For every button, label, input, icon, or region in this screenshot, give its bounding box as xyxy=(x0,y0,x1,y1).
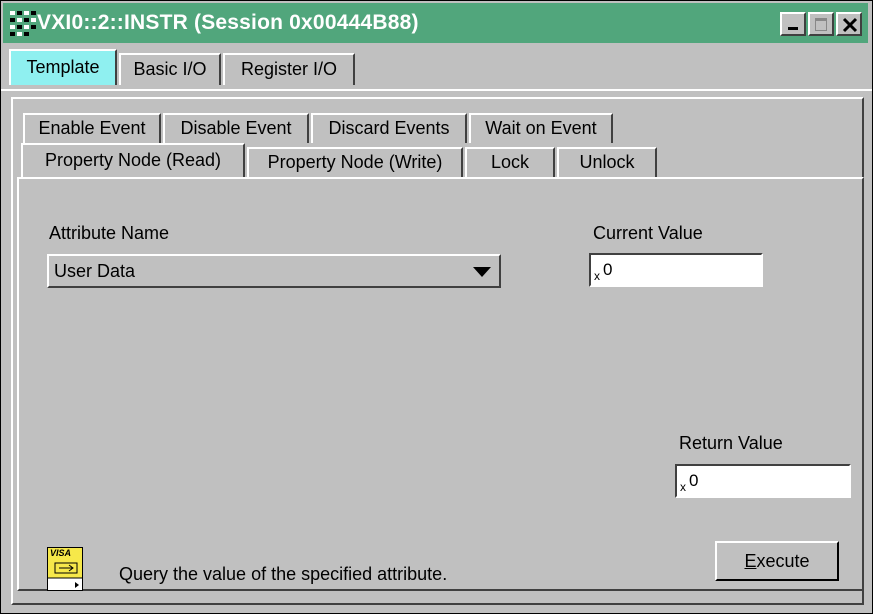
window-title: VXI0::2::INSTR (Session 0x00444B88) xyxy=(37,11,419,34)
current-value-field[interactable]: x 0 xyxy=(589,253,763,287)
maximize-button[interactable] xyxy=(808,12,834,36)
current-value: 0 xyxy=(603,260,613,279)
title-bar[interactable]: VXI0::2::INSTR (Session 0x00444B88) xyxy=(3,3,868,43)
tab-property-node-write[interactable]: Property Node (Write) xyxy=(247,147,463,177)
dropdown-arrow-icon[interactable] xyxy=(473,267,491,277)
top-tab-bar: Template Basic I/O Register I/O xyxy=(1,47,872,91)
execute-mnemonic: E xyxy=(744,551,757,571)
app-icon xyxy=(10,11,36,36)
return-value: 0 xyxy=(689,471,699,490)
tab-disable-event[interactable]: Disable Event xyxy=(163,113,309,143)
return-value-field[interactable]: x 0 xyxy=(675,464,851,498)
tab-property-node-read[interactable]: Property Node (Read) xyxy=(21,143,245,177)
radix-marker: x xyxy=(680,480,686,494)
tab-template[interactable]: Template xyxy=(9,49,117,85)
return-value-label: Return Value xyxy=(679,433,783,453)
description-text: Query the value of the specified attribu… xyxy=(119,564,448,584)
tab-enable-event[interactable]: Enable Event xyxy=(23,113,161,143)
minimize-button[interactable] xyxy=(780,12,806,36)
close-icon xyxy=(842,17,858,33)
tab-basic-io[interactable]: Basic I/O xyxy=(119,53,221,85)
attribute-name-select[interactable]: User Data xyxy=(47,254,501,288)
radix-marker: x xyxy=(594,269,600,283)
visa-icon: VISA xyxy=(47,547,83,591)
current-value-label: Current Value xyxy=(593,223,703,243)
visa-badge-text: VISA xyxy=(50,548,72,558)
tab-register-io[interactable]: Register I/O xyxy=(223,53,355,85)
execute-label: xecute xyxy=(756,551,810,571)
application-window: VXI0::2::INSTR (Session 0x00444B88) Temp… xyxy=(0,0,873,614)
tab-divider xyxy=(1,89,872,91)
tab-unlock[interactable]: Unlock xyxy=(557,147,657,177)
tab-discard-events[interactable]: Discard Events xyxy=(311,113,467,143)
execute-button[interactable]: Execute xyxy=(715,541,839,581)
close-button[interactable] xyxy=(836,12,862,36)
tab-lock[interactable]: Lock xyxy=(465,147,555,177)
attribute-name-value: User Data xyxy=(54,261,136,281)
tab-wait-on-event[interactable]: Wait on Event xyxy=(469,113,613,143)
attribute-name-label: Attribute Name xyxy=(49,223,170,243)
